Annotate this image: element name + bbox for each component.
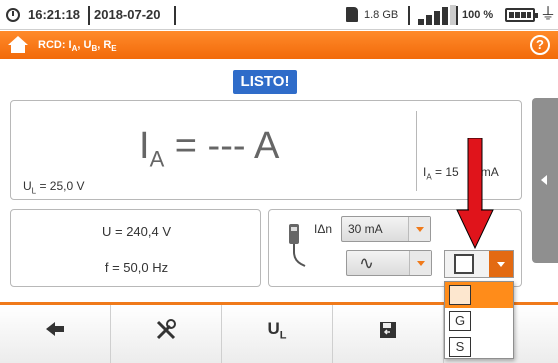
- rcd-probe-icon: [289, 224, 306, 267]
- waveform-select[interactable]: ∿: [346, 250, 432, 276]
- chevron-down-icon: [408, 217, 430, 241]
- status-bar: 16:21:18 2018-07-20 1.8 GB 100 % ⏚: [0, 0, 558, 30]
- dropdown-option-ac[interactable]: [445, 282, 513, 308]
- help-icon[interactable]: ?: [530, 35, 550, 55]
- panel-divider: [416, 111, 417, 191]
- chevron-down-icon: [409, 251, 431, 275]
- rcd-type-dropdown: G S: [444, 281, 514, 359]
- empty-square-icon: [454, 254, 474, 274]
- rcd-type-select[interactable]: [444, 250, 514, 278]
- signal-strength-icon: [418, 5, 456, 25]
- title-bar: RCD: IA, UB, RE ?: [0, 31, 558, 59]
- frequency-reading: f = 50,0 Hz: [104, 260, 169, 275]
- idn-current-select[interactable]: 30 mA: [341, 216, 431, 242]
- option-label: S: [449, 337, 471, 357]
- sd-card-icon: [346, 7, 358, 22]
- back-icon: [46, 322, 64, 336]
- save-button[interactable]: [333, 305, 444, 363]
- battery-icon: [505, 8, 538, 22]
- idn-current-value: 30 mA: [348, 222, 383, 236]
- status-badge: LISTO!: [233, 70, 297, 94]
- status-divider: [174, 6, 176, 25]
- voltage-reading: U = 240,4 V: [101, 224, 172, 239]
- dropdown-option-g[interactable]: G: [445, 308, 513, 334]
- back-button[interactable]: [0, 305, 111, 363]
- main-result-panel: IA = --- A UL = 25,0 V IA = 15 0 mA: [10, 100, 522, 200]
- side-panel-toggle[interactable]: [532, 98, 558, 263]
- measurements-panel: U = 240,4 V f = 50,0 Hz: [10, 209, 261, 287]
- ul-button[interactable]: UL: [222, 305, 333, 363]
- battery-percent: 100 %: [462, 9, 494, 21]
- status-divider: [88, 6, 90, 25]
- status-divider: [408, 6, 410, 25]
- dropdown-option-s[interactable]: S: [445, 334, 513, 360]
- ul-limit-value: UL = 25,0 V: [23, 179, 85, 196]
- status-divider: [456, 6, 458, 25]
- main-reading: IA = --- A: [139, 125, 280, 172]
- chevron-down-icon: [489, 251, 513, 277]
- status-time: 16:21:18: [28, 7, 81, 22]
- idn-label: IΔn: [314, 222, 333, 236]
- home-icon[interactable]: [8, 36, 28, 54]
- red-arrow-annotation: [456, 138, 494, 250]
- screen-title: RCD: IA, UB, RE: [38, 39, 117, 54]
- clock-icon: [6, 8, 20, 22]
- save-icon: [380, 322, 396, 338]
- tools-icon: [156, 319, 176, 340]
- tools-button[interactable]: [111, 305, 222, 363]
- status-date: 2018-07-20: [94, 7, 161, 22]
- plug-icon: ⏚: [540, 6, 557, 23]
- storage-free: 1.8 GB: [364, 9, 399, 21]
- option-label: G: [449, 311, 471, 331]
- sine-wave-icon: ∿: [359, 253, 375, 273]
- option-label: [449, 285, 471, 305]
